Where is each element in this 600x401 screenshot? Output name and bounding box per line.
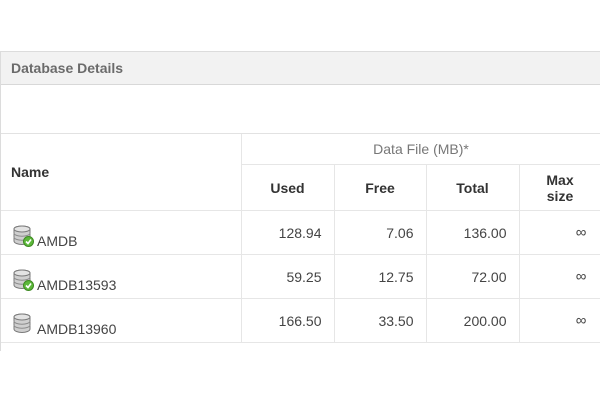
database-details-panel: Database Details Name Data File (MB)* Us… xyxy=(0,51,600,351)
table-row[interactable]: AMDB13593 59.25 12.75 72.00 ∞ xyxy=(1,254,600,299)
total-column-header[interactable]: Total xyxy=(426,164,520,211)
database-ok-icon xyxy=(13,225,35,249)
used-cell: 166.50 xyxy=(241,298,335,343)
max-size-label-line1: Max xyxy=(546,171,574,188)
database-name-cell[interactable]: AMDB13960 xyxy=(1,298,242,343)
table-row[interactable]: AMDB 128.94 7.06 136.00 ∞ xyxy=(1,210,600,255)
database-name-cell[interactable]: AMDB13593 xyxy=(1,254,242,299)
used-cell: 59.25 xyxy=(241,254,335,299)
database-name-cell[interactable]: AMDB xyxy=(1,210,242,255)
database-name[interactable]: AMDB xyxy=(37,233,77,249)
database-table: Name Data File (MB)* Used Free Total Max… xyxy=(1,134,600,343)
database-name[interactable]: AMDB13593 xyxy=(37,277,116,293)
max-size-column-header[interactable]: Max size xyxy=(519,164,600,211)
max-size-cell: ∞ xyxy=(519,298,600,343)
table-row[interactable]: AMDB13960 166.50 33.50 200.00 ∞ xyxy=(1,298,600,343)
panel-toolbar-area xyxy=(1,85,600,134)
used-cell: 128.94 xyxy=(241,210,335,255)
total-cell: 136.00 xyxy=(426,210,520,255)
free-cell: 12.75 xyxy=(334,254,427,299)
total-cell: 72.00 xyxy=(426,254,520,299)
free-cell: 33.50 xyxy=(334,298,427,343)
database-name[interactable]: AMDB13960 xyxy=(37,321,116,337)
total-cell: 200.00 xyxy=(426,298,520,343)
database-icon xyxy=(13,313,35,337)
panel-title: Database Details xyxy=(1,52,600,85)
data-file-group-header: Data File (MB)* xyxy=(241,134,600,165)
free-column-header[interactable]: Free xyxy=(334,164,427,211)
database-ok-icon xyxy=(13,269,35,293)
free-cell: 7.06 xyxy=(334,210,427,255)
used-column-header[interactable]: Used xyxy=(241,164,335,211)
max-size-label-line2: size xyxy=(546,187,574,204)
name-column-header[interactable]: Name xyxy=(1,134,242,211)
max-size-cell: ∞ xyxy=(519,254,600,299)
max-size-cell: ∞ xyxy=(519,210,600,255)
